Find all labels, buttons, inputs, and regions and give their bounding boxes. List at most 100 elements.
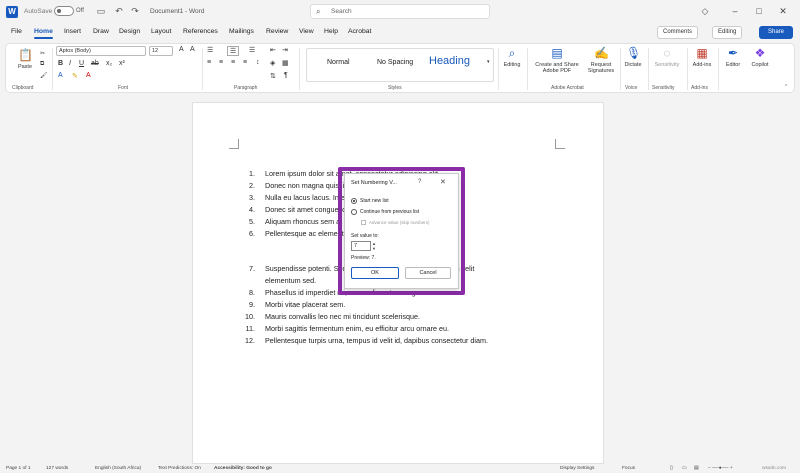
- continue-list-radio[interactable]: [351, 209, 357, 215]
- find-icon: ⌕: [508, 46, 516, 60]
- increase-indent-icon[interactable]: ⇥: [282, 46, 288, 54]
- sort-icon[interactable]: ⇅: [270, 72, 276, 80]
- menu-home[interactable]: Home: [34, 28, 53, 39]
- undo-icon[interactable]: ↶: [114, 6, 124, 16]
- editing-mode-button[interactable]: Editing: [712, 26, 743, 39]
- decrease-indent-icon[interactable]: ⇤: [270, 46, 276, 54]
- strikethrough-button[interactable]: ab: [91, 60, 99, 67]
- save-icon[interactable]: ▭: [96, 6, 106, 16]
- superscript-button[interactable]: x²: [119, 60, 125, 67]
- list-item[interactable]: Morbi vitae placerat sem.: [265, 300, 345, 309]
- menu-review[interactable]: Review: [266, 28, 288, 35]
- addins-icon: ▦: [696, 46, 708, 60]
- list-item[interactable]: Morbi sagittis fermentum enim, eu effici…: [265, 324, 449, 333]
- accessibility-status[interactable]: Accessibility: Good to go: [214, 466, 272, 471]
- set-value-input[interactable]: 7: [351, 241, 371, 251]
- underline-button[interactable]: U: [79, 60, 84, 67]
- web-layout-icon[interactable]: ▤: [694, 466, 699, 471]
- style-normal[interactable]: Normal: [327, 59, 350, 66]
- autosave-toggle[interactable]: [54, 6, 74, 16]
- dictate-button[interactable]: 🎙 Dictate: [620, 46, 646, 68]
- copilot-button[interactable]: ❖ Copilot: [746, 46, 774, 68]
- borders-icon[interactable]: ▦: [282, 59, 289, 67]
- show-marks-icon[interactable]: ¶: [284, 72, 288, 79]
- addins-button[interactable]: ▦ Add-ins: [689, 46, 715, 68]
- style-heading[interactable]: Heading: [429, 55, 470, 67]
- group-addins: Add-ins: [691, 85, 708, 91]
- editing-button[interactable]: ⌕ Editing: [500, 46, 524, 68]
- editor-button[interactable]: ✒ Editor: [721, 46, 745, 68]
- comments-button[interactable]: Comments: [657, 26, 699, 39]
- page-count[interactable]: Page 1 of 1: [6, 466, 31, 471]
- font-color-icon[interactable]: A: [86, 72, 91, 79]
- menu-acrobat[interactable]: Acrobat: [348, 28, 371, 35]
- collapse-ribbon-icon[interactable]: ⌃: [784, 84, 788, 90]
- copy-icon[interactable]: ⧉: [40, 61, 44, 68]
- print-layout-icon[interactable]: ▭: [682, 466, 687, 471]
- line-spacing-icon[interactable]: ↕: [256, 59, 260, 66]
- search-input[interactable]: ⌕ Search: [310, 4, 490, 19]
- search-icon: ⌕: [316, 7, 321, 16]
- copilot-title-icon[interactable]: ◇: [700, 6, 710, 16]
- menu-file[interactable]: File: [11, 28, 22, 35]
- ok-button[interactable]: OK: [351, 267, 399, 279]
- styles-more-icon[interactable]: ▾: [487, 59, 490, 65]
- paste-button[interactable]: 📋 Paste: [12, 48, 38, 70]
- cut-icon[interactable]: ✂: [40, 50, 45, 57]
- font-name-select[interactable]: Aptos (Body): [56, 46, 146, 56]
- share-button[interactable]: Share: [759, 26, 793, 39]
- bold-button[interactable]: B: [58, 60, 63, 67]
- value-spinner-icon[interactable]: ▲ ▼: [372, 241, 378, 251]
- menu-view[interactable]: View: [299, 28, 314, 35]
- close-icon[interactable]: ✕: [440, 178, 446, 186]
- italic-button[interactable]: I: [69, 60, 71, 67]
- list-item[interactable]: Pellentesque turpis urna, tempus id veli…: [265, 336, 488, 345]
- list-item[interactable]: Mauris convallis leo nec mi tincidunt sc…: [265, 312, 420, 321]
- text-effects-icon[interactable]: A: [58, 72, 63, 79]
- create-share-pdf-button[interactable]: ▤ Create and Share Adobe PDF: [530, 46, 584, 74]
- menu-help[interactable]: Help: [324, 28, 338, 35]
- multilevel-list-icon[interactable]: ☰: [249, 46, 255, 54]
- help-icon[interactable]: ?: [418, 179, 421, 185]
- menu-references[interactable]: References: [183, 28, 218, 35]
- display-settings[interactable]: Display Settings: [560, 466, 594, 471]
- list-item-continuation[interactable]: elementum sed.: [265, 276, 316, 285]
- language-status[interactable]: English (South Africa): [95, 466, 141, 471]
- subscript-button[interactable]: x₂: [106, 60, 112, 67]
- focus-mode[interactable]: Focus: [622, 466, 635, 471]
- menu-mailings[interactable]: Mailings: [229, 28, 254, 35]
- menu-insert[interactable]: Insert: [64, 28, 81, 35]
- menu-design[interactable]: Design: [119, 28, 140, 35]
- separator: [648, 48, 649, 90]
- maximize-icon[interactable]: □: [752, 5, 766, 17]
- align-left-icon[interactable]: ≡: [207, 59, 211, 66]
- redo-icon[interactable]: ↷: [130, 6, 140, 16]
- read-mode-icon[interactable]: ▯: [670, 466, 673, 471]
- close-window-icon[interactable]: ✕: [776, 5, 790, 17]
- zoom-slider[interactable]: – ──●── +: [708, 466, 733, 471]
- minimize-icon[interactable]: –: [728, 5, 742, 17]
- menu-layout[interactable]: Layout: [151, 28, 171, 35]
- numbering-icon[interactable]: ☰: [227, 46, 240, 56]
- cancel-button[interactable]: Cancel: [405, 267, 451, 279]
- highlight-icon[interactable]: ✎: [72, 72, 78, 80]
- grow-font-icon[interactable]: A: [179, 46, 184, 53]
- request-signatures-button[interactable]: ✍ Request Signatures: [584, 46, 618, 74]
- separator: [52, 48, 53, 90]
- menu-draw[interactable]: Draw: [93, 28, 109, 35]
- text-predictions-status[interactable]: Text Predictions: On: [158, 466, 201, 471]
- shading-icon[interactable]: ◈: [270, 59, 275, 67]
- align-right-icon[interactable]: ≡: [231, 59, 235, 66]
- align-center-icon[interactable]: ≡: [219, 59, 223, 66]
- bullets-icon[interactable]: ☰: [207, 46, 213, 54]
- autosave-toggle-state: Off: [76, 8, 84, 14]
- word-count[interactable]: 127 words: [46, 466, 68, 471]
- sensitivity-button[interactable]: ◌ Sensitivity: [650, 46, 684, 68]
- advance-value-checkbox[interactable]: [361, 220, 366, 225]
- style-no-spacing[interactable]: No Spacing: [377, 59, 413, 66]
- start-new-list-radio[interactable]: [351, 198, 357, 204]
- font-size-select[interactable]: 12: [149, 46, 173, 56]
- format-painter-icon[interactable]: 🖌: [40, 72, 48, 79]
- shrink-font-icon[interactable]: A: [190, 46, 195, 53]
- justify-icon[interactable]: ≡: [243, 59, 247, 66]
